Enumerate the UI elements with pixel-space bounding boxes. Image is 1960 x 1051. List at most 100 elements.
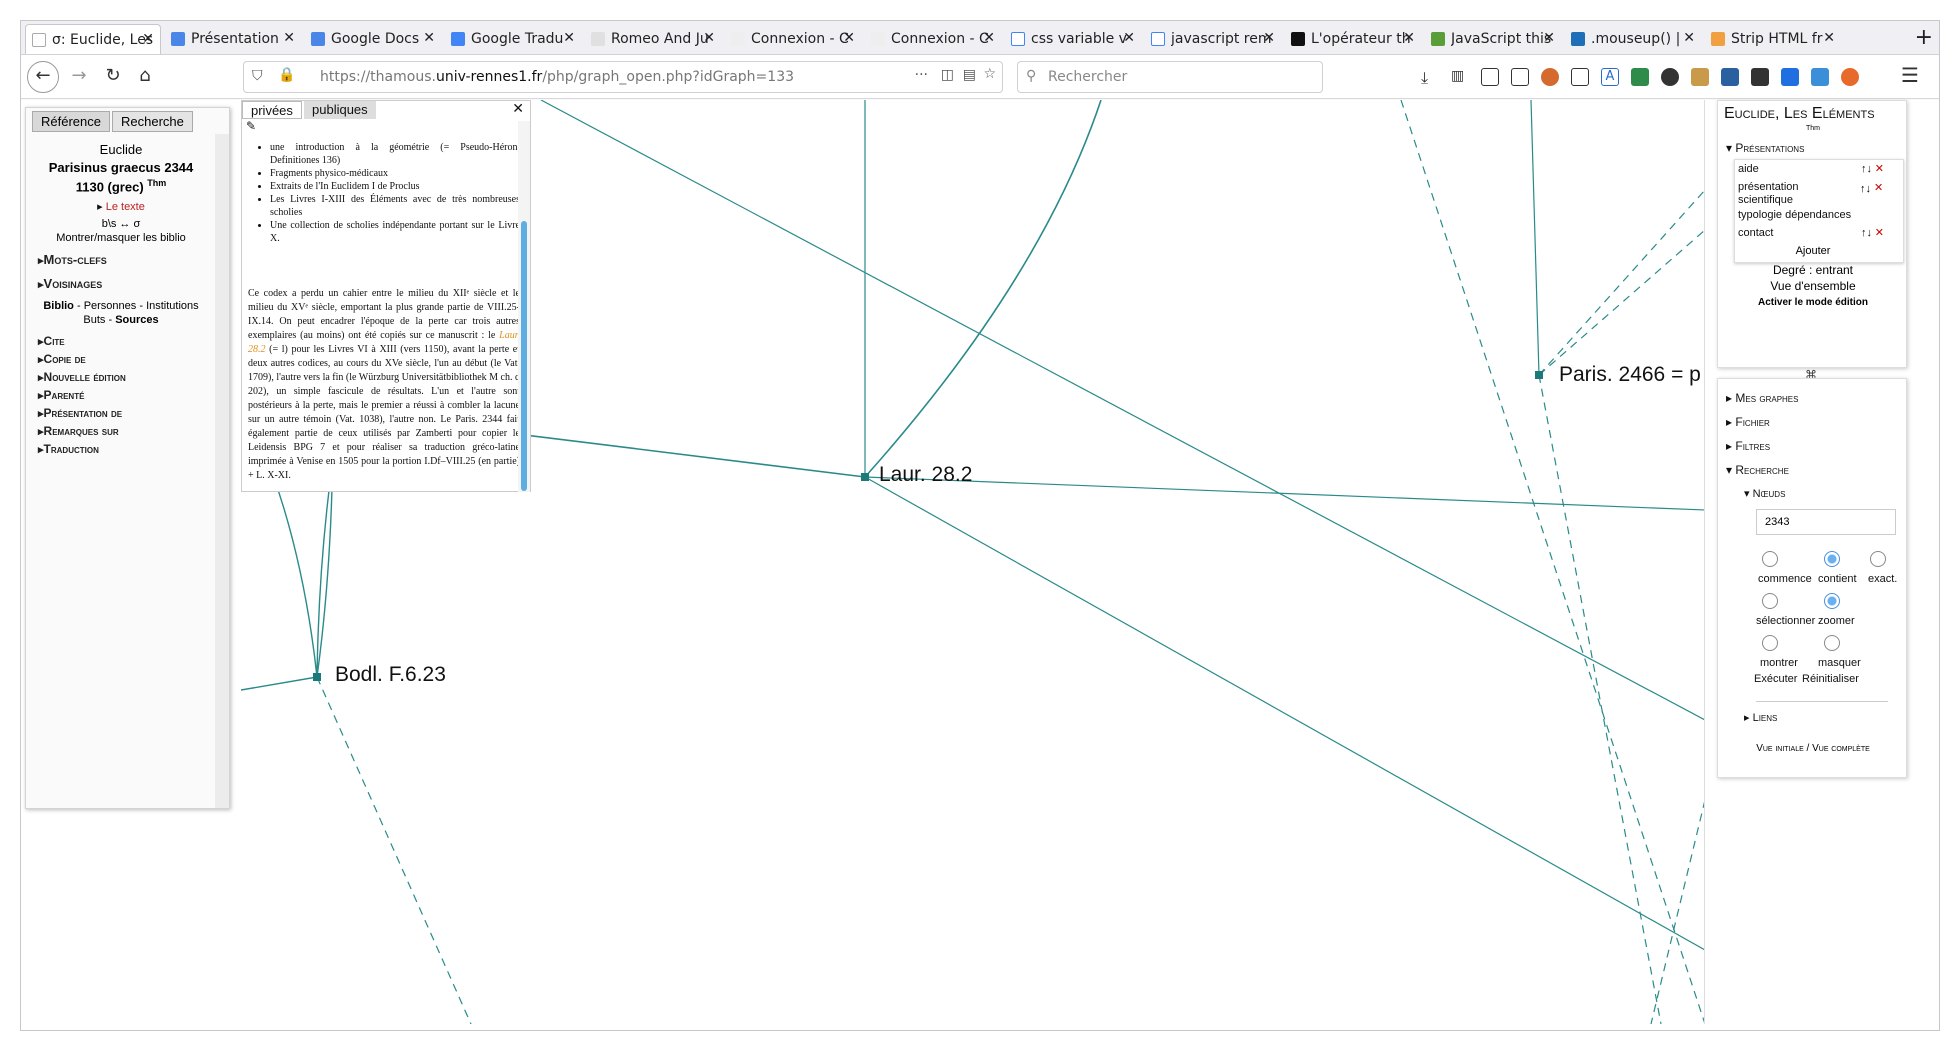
close-tab-icon[interactable]: ✕: [1403, 30, 1415, 46]
radio-masquer[interactable]: [1824, 635, 1840, 651]
graph-edge[interactable]: [316, 676, 472, 1024]
graph-node[interactable]: [313, 673, 321, 681]
pencil-icon[interactable]: ✎: [246, 119, 256, 134]
execute-button[interactable]: Exécuter: [1754, 673, 1797, 685]
back-icon[interactable]: ←: [27, 61, 59, 93]
extension-icon[interactable]: [1841, 68, 1859, 86]
scrollbar[interactable]: [518, 121, 530, 492]
toggle-biblio-link[interactable]: Montrer/masquer les biblio: [26, 232, 216, 244]
forward-icon[interactable]: →: [67, 65, 91, 86]
close-tab-icon[interactable]: ✕: [563, 30, 575, 46]
close-icon[interactable]: ✕: [512, 101, 524, 118]
reader-icon[interactable]: ▤: [963, 67, 976, 83]
url-bar[interactable]: ⛉ 🔒 https://thamous.univ-rennes1.fr/php/…: [243, 61, 1003, 93]
close-tab-icon[interactable]: ✕: [703, 30, 715, 46]
list-item[interactable]: typologie dépendances: [1738, 209, 1888, 222]
bookmark-star-icon[interactable]: ☆: [983, 66, 996, 82]
sidebar-icon[interactable]: [1481, 68, 1499, 86]
radio-montrer[interactable]: [1762, 635, 1778, 651]
radio-exact[interactable]: [1870, 551, 1886, 567]
tab-javascript-this[interactable]: JavaScript this ✕: [1425, 24, 1561, 54]
texte-link[interactable]: ▸ Le texte: [26, 200, 216, 213]
screenshot-icon[interactable]: [1511, 68, 1529, 86]
section-noeuds[interactable]: Nœuds: [1744, 487, 1786, 500]
close-tab-icon[interactable]: ✕: [1123, 30, 1135, 46]
graph-edge[interactable]: [864, 100, 1102, 478]
tab-connexion-2[interactable]: Connexion - C ✕: [865, 24, 1001, 54]
graph-edge[interactable]: [1650, 800, 1705, 1024]
tab-javascript-rem[interactable]: javascript rem ✕: [1145, 24, 1281, 54]
download-icon[interactable]: ⤓: [1421, 68, 1439, 87]
node-label[interactable]: Bodl. F.6.23: [335, 663, 446, 687]
extension-icon[interactable]: [1811, 68, 1829, 86]
graph-node[interactable]: [1535, 371, 1543, 379]
radio-zoomer[interactable]: [1824, 593, 1840, 609]
graph-edge[interactable]: [1538, 190, 1705, 376]
extension-icon[interactable]: [1661, 68, 1679, 86]
close-tab-icon[interactable]: ✕: [1543, 30, 1555, 46]
list-item[interactable]: présentation scientifique: [1738, 181, 1848, 207]
section-mots-clefs[interactable]: Mots-clefs: [38, 252, 107, 267]
page-actions-icon[interactable]: ···: [915, 67, 928, 83]
reorder-icon[interactable]: ↑↓: [1861, 163, 1872, 176]
section-remarques-sur[interactable]: Remarques sur: [38, 424, 119, 438]
section-presentations[interactable]: Présentations: [1726, 141, 1804, 155]
reset-button[interactable]: Réinitialiser: [1802, 673, 1859, 685]
close-tab-icon[interactable]: ✕: [843, 30, 855, 46]
node-label[interactable]: Paris. 2466 = p: [1559, 363, 1701, 387]
overview-link[interactable]: Vue d'ensemble: [1718, 279, 1908, 293]
section-liens[interactable]: Liens: [1744, 711, 1778, 724]
section-copie-de[interactable]: Copie de: [38, 352, 86, 366]
section-traduction[interactable]: Traduction: [38, 442, 99, 456]
remove-icon[interactable]: ✕: [1875, 227, 1884, 240]
graph-edge[interactable]: [1538, 374, 1662, 1024]
section-parente[interactable]: Parenté: [38, 388, 85, 402]
tab-mouseup[interactable]: .mouseup() | ✕: [1565, 24, 1701, 54]
radio-commence[interactable]: [1762, 551, 1778, 567]
extension-icon[interactable]: [1541, 68, 1559, 86]
home-icon[interactable]: ⌂: [133, 65, 157, 86]
list-item[interactable]: aide ↑↓ ✕: [1738, 163, 1888, 176]
graph-edge[interactable]: [540, 100, 1705, 721]
graph-edge[interactable]: [1530, 100, 1540, 376]
tab-recherche[interactable]: Recherche: [112, 111, 193, 132]
radio-contient[interactable]: [1824, 551, 1840, 567]
node-label[interactable]: Laur. 28.2: [879, 463, 972, 487]
menu-icon[interactable]: ☰: [1901, 63, 1919, 87]
extension-icon[interactable]: [1571, 68, 1589, 86]
extension-icon[interactable]: [1631, 68, 1649, 86]
add-presentation-button[interactable]: Ajouter: [1718, 245, 1908, 257]
extension-icon[interactable]: [1751, 68, 1769, 86]
tab-css-variable[interactable]: css variable v ✕: [1005, 24, 1141, 54]
tab-operateur[interactable]: L'opérateur th ✕: [1285, 24, 1421, 54]
close-tab-icon[interactable]: ✕: [1683, 30, 1695, 46]
tab-presentation[interactable]: Présentation ✕: [165, 24, 301, 54]
close-tab-icon[interactable]: ✕: [1823, 30, 1835, 46]
section-recherche[interactable]: Recherche: [1726, 463, 1789, 477]
graph-edge[interactable]: [1400, 100, 1705, 1024]
extension-icon[interactable]: [1721, 68, 1739, 86]
close-tab-icon[interactable]: ✕: [283, 30, 295, 46]
graph-node[interactable]: [861, 473, 869, 481]
search-input[interactable]: ⚲ Rechercher: [1017, 61, 1323, 93]
tab-strip-html[interactable]: Strip HTML fr ✕: [1705, 24, 1841, 54]
graph-edge[interactable]: [864, 476, 1705, 951]
extension-icon[interactable]: [1781, 68, 1799, 86]
list-item[interactable]: contact ↑↓ ✕: [1738, 227, 1888, 240]
section-filtres[interactable]: Filtres: [1726, 439, 1770, 453]
remove-icon[interactable]: ✕: [1875, 163, 1884, 176]
extension-icon[interactable]: [1691, 68, 1709, 86]
tab-publiques[interactable]: publiques: [304, 101, 376, 119]
close-tab-icon[interactable]: ✕: [1263, 30, 1275, 46]
graph-edge[interactable]: [1538, 230, 1705, 376]
graph-edge[interactable]: [241, 676, 318, 691]
library-icon[interactable]: ▥: [1451, 68, 1469, 86]
section-nouvelle-edition[interactable]: Nouvelle édition: [38, 370, 126, 384]
section-fichier[interactable]: Fichier: [1726, 415, 1769, 429]
close-tab-icon[interactable]: ✕: [983, 30, 995, 46]
section-cite[interactable]: Cite: [38, 334, 65, 348]
node-search-input[interactable]: [1756, 509, 1896, 535]
scrollbar[interactable]: [215, 134, 229, 808]
tab-privees[interactable]: privées: [242, 101, 302, 119]
symbol-links[interactable]: b\s ↔ σ: [26, 218, 216, 230]
